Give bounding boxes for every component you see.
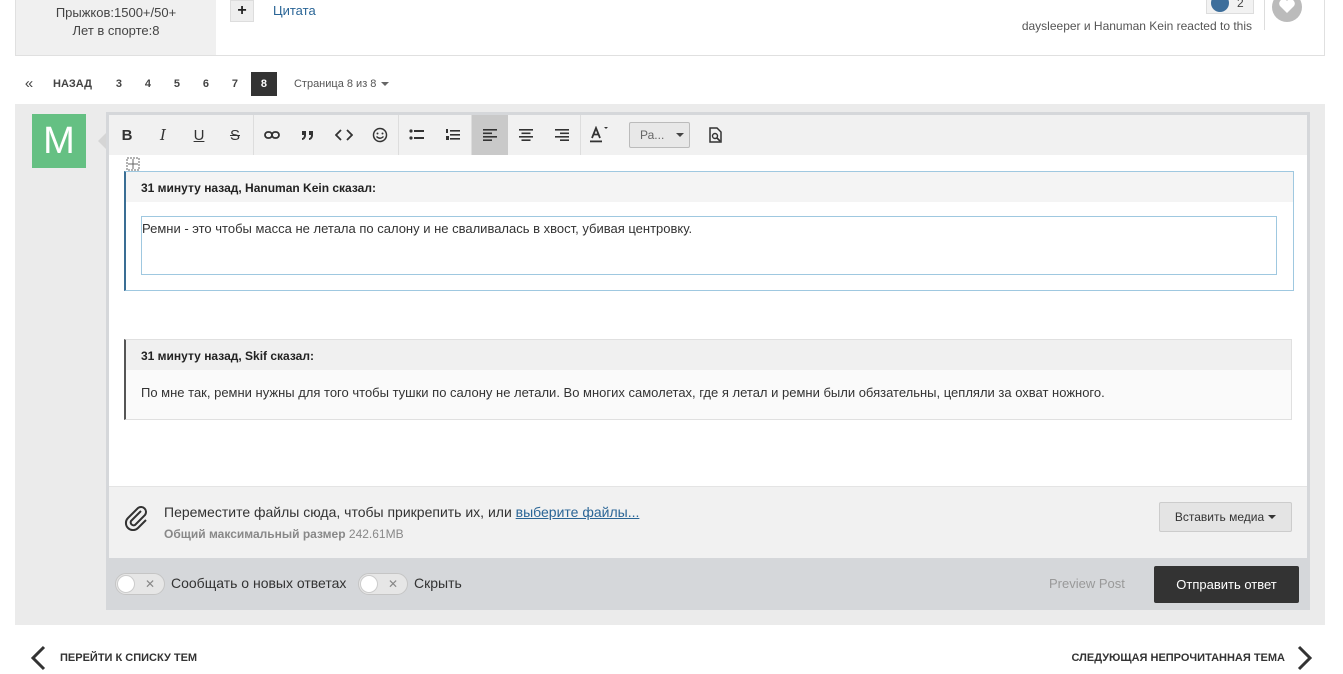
page-jump-dropdown[interactable]: Страница 8 из 8 — [293, 78, 390, 90]
pagination-page-7[interactable]: 7 — [222, 72, 248, 96]
quote-header: 31 минуту назад, Skif сказал: — [126, 340, 1291, 370]
pagination-first[interactable]: « — [16, 72, 42, 96]
attachment-instructions: Переместите файлы сюда, чтобы прикрепить… — [164, 504, 639, 520]
bullet-list-icon — [409, 129, 424, 140]
quote-body[interactable]: По мне так, ремни нужны для того чтобы т… — [141, 385, 1105, 400]
numbered-list-button[interactable] — [435, 115, 471, 155]
reply-editor: B I U S Ра... 31 минуту назад, Hanuman K… — [106, 112, 1310, 610]
quote-icon — [302, 131, 313, 140]
smiley-icon — [372, 127, 388, 143]
chevron-down-icon — [381, 82, 390, 86]
max-size-value: 242.61MB — [348, 527, 404, 541]
font-size-value: Ра... — [640, 128, 665, 142]
insert-media-label: Вставить медиа — [1174, 510, 1265, 524]
page-info-text: Страница 8 из 8 — [293, 78, 377, 90]
hide-label[interactable]: Скрыть — [414, 575, 462, 591]
back-to-topics-label: ПЕРЕЙТИ К СПИСКУ ТЕМ — [60, 652, 198, 664]
reacted-by-text[interactable]: daysleeper и Hanuman Kein reacted to thi… — [1022, 19, 1252, 33]
text-color-icon — [590, 126, 608, 143]
editor-toolbar: B I U S Ра... — [109, 115, 1307, 155]
next-unread-topic-link[interactable]: СЛЕДУЮЩАЯ НЕПРОЧИТАННАЯ ТЕМА — [1072, 645, 1314, 671]
pagination: « НАЗАД 3 4 5 6 7 8 Страница 8 из 8 — [16, 72, 390, 96]
author-info: Прыжков:1500+/50+ Лет в спорте:8 — [16, 0, 216, 55]
choose-files-link[interactable]: выберите файлы... — [516, 504, 640, 520]
insert-media-button[interactable]: Вставить медиа — [1159, 502, 1292, 532]
quote-block[interactable]: 31 минуту назад, Skif сказал: По мне так… — [124, 339, 1292, 420]
preview-post-button[interactable]: Preview Post — [1049, 576, 1125, 591]
italic-button[interactable]: I — [145, 115, 181, 155]
code-icon — [335, 129, 353, 141]
bold-icon: B — [121, 126, 133, 144]
quote-block[interactable]: 31 минуту назад, Hanuman Kein сказал: Ре… — [124, 171, 1294, 291]
numbered-list-icon — [446, 129, 460, 140]
author-stat-years: Лет в спорте:8 — [72, 23, 160, 38]
reaction-badge[interactable]: 2 — [1206, 0, 1254, 14]
close-icon: ✕ — [388, 577, 399, 591]
notify-toggle[interactable]: ✕ — [115, 573, 165, 595]
align-right-icon — [555, 129, 569, 141]
font-size-select[interactable]: Ра... — [629, 122, 690, 148]
back-to-topics-link[interactable]: ПЕРЕЙТИ К СПИСКУ ТЕМ — [30, 645, 197, 671]
chevron-left-icon — [30, 645, 46, 671]
chevron-down-icon — [676, 133, 685, 137]
link-icon — [264, 131, 280, 139]
preview-icon — [709, 127, 722, 143]
align-center-button[interactable] — [508, 115, 544, 155]
reply-options-bar: ✕ Сообщать о новых ответах ✕ Скрыть Prev… — [106, 558, 1310, 610]
toggle-knob — [360, 575, 378, 593]
toggle-knob — [117, 575, 135, 593]
reaction-divider — [1264, 0, 1265, 30]
paperclip-icon — [123, 503, 149, 536]
align-left-button[interactable] — [472, 115, 508, 155]
underline-icon: U — [193, 126, 205, 144]
preview-button[interactable] — [698, 115, 734, 155]
editor-content-area: B I U S Ра... 31 минуту назад, Hanuman K… — [109, 115, 1307, 558]
emoji-button[interactable] — [362, 115, 398, 155]
pagination-page-5[interactable]: 5 — [164, 72, 190, 96]
pagination-page-8[interactable]: 8 — [250, 72, 277, 96]
max-size-info: Общий максимальный размер 242.61MB — [164, 527, 404, 541]
pagination-page-4[interactable]: 4 — [135, 72, 161, 96]
strikethrough-icon: S — [229, 126, 240, 144]
hide-toggle[interactable]: ✕ — [358, 573, 408, 595]
pagination-prev[interactable]: НАЗАД — [45, 72, 100, 96]
chevron-down-icon — [1268, 515, 1277, 519]
reaction-count: 2 — [1237, 0, 1244, 10]
attachment-dropzone[interactable]: Переместите файлы сюда, чтобы прикрепить… — [109, 486, 1307, 558]
notify-label[interactable]: Сообщать о новых ответах — [171, 575, 346, 591]
chevron-right-icon — [1297, 645, 1313, 671]
underline-button[interactable]: U — [181, 115, 217, 155]
move-handle-icon[interactable] — [126, 157, 140, 171]
link-button[interactable] — [254, 115, 290, 155]
quote-header: 31 минуту назад, Hanuman Kein сказал: — [126, 172, 1293, 202]
submit-reply-button[interactable]: Отправить ответ — [1154, 566, 1299, 603]
next-unread-label: СЛЕДУЮЩАЯ НЕПРОЧИТАННАЯ ТЕМА — [1071, 652, 1286, 664]
quote-button[interactable] — [290, 115, 326, 155]
max-size-label: Общий максимальный размер — [164, 527, 346, 541]
quote-link[interactable]: Цитата — [273, 3, 316, 18]
align-center-icon — [519, 129, 533, 141]
code-button[interactable] — [326, 115, 362, 155]
bullet-list-button[interactable] — [399, 115, 435, 155]
previous-post: Прыжков:1500+/50+ Лет в спорте:8 + Цитат… — [15, 0, 1325, 56]
align-right-button[interactable] — [544, 115, 580, 155]
author-stat-jumps: Прыжков:1500+/50+ — [55, 5, 177, 20]
pagination-page-6[interactable]: 6 — [193, 72, 219, 96]
multiquote-add-button[interactable]: + — [230, 0, 254, 22]
italic-icon: I — [160, 126, 166, 144]
like-reaction-icon — [1211, 0, 1229, 12]
bold-button[interactable]: B — [109, 115, 145, 155]
reply-area: M B I U S Ра... 31 минуту назад, Hanuman… — [15, 104, 1325, 625]
pagination-page-3[interactable]: 3 — [106, 72, 132, 96]
quote-body[interactable]: Ремни - это чтобы масса не летала по сал… — [141, 216, 1277, 275]
align-left-icon — [483, 129, 497, 141]
heart-icon[interactable] — [1272, 0, 1302, 22]
strikethrough-button[interactable]: S — [217, 115, 253, 155]
drop-text: Переместите файлы сюда, чтобы прикрепить… — [164, 504, 512, 520]
close-icon: ✕ — [145, 577, 156, 591]
text-color-button[interactable] — [581, 115, 617, 155]
avatar[interactable]: M — [32, 114, 86, 168]
